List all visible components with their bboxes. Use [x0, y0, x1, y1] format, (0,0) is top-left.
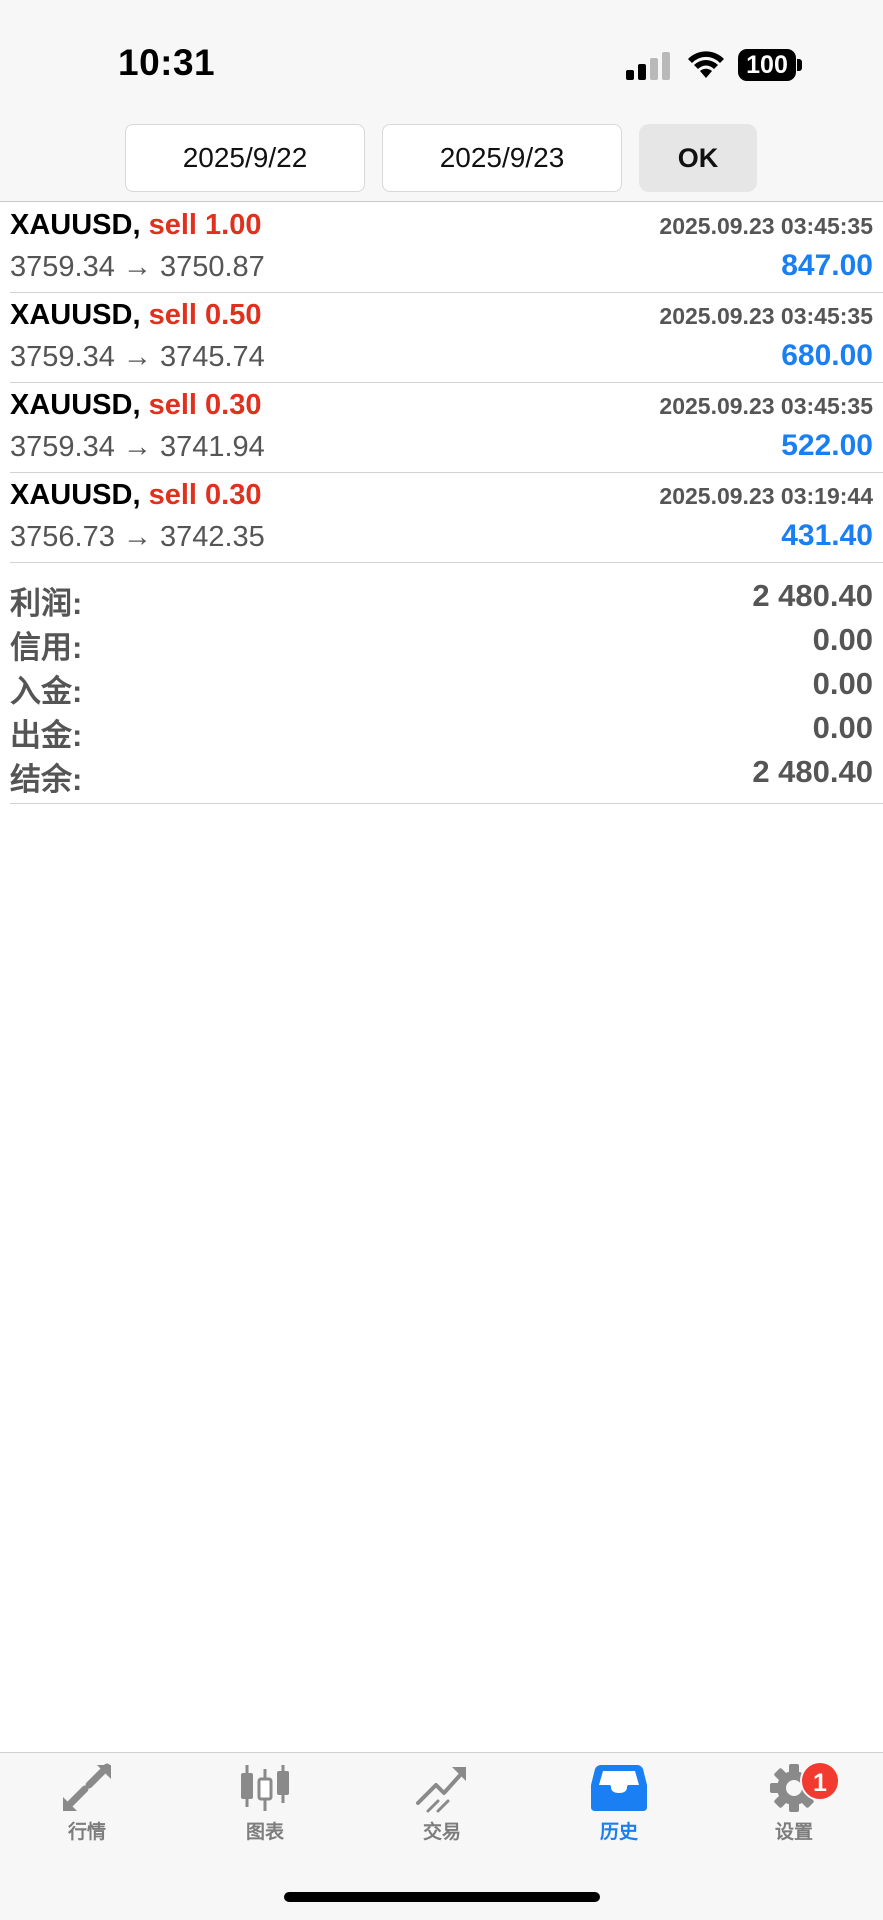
summary-value: 0.00 [812, 710, 873, 745]
history-inbox-icon [591, 1765, 647, 1811]
trade-title: XAUUSD, sell 0.30 [10, 389, 261, 422]
tab-label: 设置 [774, 1822, 813, 1843]
summary-label: 结余: [10, 762, 83, 797]
tab-quotes[interactable]: 行情 [27, 1763, 147, 1863]
trade-datetime: 2025.09.23 03:45:35 [659, 213, 873, 239]
tab-label: 交易 [422, 1822, 461, 1843]
summary-value: 2 480.40 [752, 578, 873, 613]
cellular-signal-icon [626, 52, 670, 80]
trade-title: XAUUSD, sell 0.50 [10, 299, 261, 332]
battery-icon: 100 [738, 49, 802, 81]
trade-datetime: 2025.09.23 03:19:44 [659, 483, 873, 509]
wifi-icon [688, 51, 724, 78]
summary-label: 利润: [10, 586, 83, 621]
trade-title: XAUUSD, sell 1.00 [10, 209, 261, 242]
summary-label: 信用: [10, 630, 83, 665]
account-summary: 利润: 2 480.40 信用: 0.00 入金: 0.00 出金: 0.00 … [10, 574, 883, 804]
trade-symbol: XAUUSD, [10, 299, 141, 331]
trade-title: XAUUSD, sell 0.30 [10, 479, 261, 512]
summary-value: 0.00 [812, 622, 873, 657]
trade-profit: 847.00 [781, 249, 873, 282]
trade-side: sell 1.00 [148, 209, 262, 241]
trade-profit: 680.00 [781, 339, 873, 372]
summary-row-balance: 结余: 2 480.40 [10, 750, 883, 797]
battery-level: 100 [738, 49, 796, 81]
candlestick-chart-icon [241, 1765, 289, 1811]
trade-row[interactable]: XAUUSD, sell 0.30 2025.09.23 03:19:44 37… [10, 473, 883, 563]
tab-label: 行情 [67, 1822, 106, 1843]
summary-value: 0.00 [812, 666, 873, 701]
notification-badge: 1 [800, 1761, 840, 1801]
summary-label: 出金: [10, 718, 83, 753]
trade-datetime: 2025.09.23 03:45:35 [659, 303, 873, 329]
status-time: 10:31 [118, 42, 216, 83]
summary-row-deposit: 入金: 0.00 [10, 662, 883, 709]
trade-history-list: XAUUSD, sell 1.00 2025.09.23 03:45:35 37… [0, 203, 883, 563]
trade-trend-icon [416, 1767, 466, 1813]
trade-side: sell 0.30 [148, 389, 262, 421]
date-to-button[interactable]: 2025/9/23 [382, 124, 622, 192]
trade-prices: 3759.34 → 3745.74 [10, 341, 265, 373]
trade-row[interactable]: XAUUSD, sell 0.30 2025.09.23 03:45:35 37… [10, 383, 883, 473]
trade-row[interactable]: XAUUSD, sell 0.50 2025.09.23 03:45:35 37… [10, 293, 883, 383]
tab-history[interactable]: 历史 [559, 1763, 679, 1863]
home-indicator[interactable] [284, 1892, 600, 1902]
trade-symbol: XAUUSD, [10, 479, 141, 511]
trade-prices: 3759.34 → 3750.87 [10, 251, 265, 283]
summary-row-withdrawal: 出金: 0.00 [10, 706, 883, 753]
summary-value: 2 480.40 [752, 754, 873, 789]
date-range-bar: 2025/9/22 2025/9/23 OK [0, 112, 883, 202]
ok-button[interactable]: OK [639, 124, 757, 192]
summary-row-profit: 利润: 2 480.40 [10, 574, 883, 621]
tab-trade[interactable]: 交易 [382, 1763, 502, 1863]
tab-label: 历史 [599, 1822, 638, 1843]
trade-symbol: XAUUSD, [10, 389, 141, 421]
trade-prices: 3759.34 → 3741.94 [10, 431, 265, 463]
tab-chart[interactable]: 图表 [205, 1763, 325, 1863]
summary-row-credit: 信用: 0.00 [10, 618, 883, 665]
trade-side: sell 0.50 [148, 299, 262, 331]
trade-datetime: 2025.09.23 03:45:35 [659, 393, 873, 419]
trade-symbol: XAUUSD, [10, 209, 141, 241]
quotes-arrows-icon [63, 1763, 111, 1811]
date-from-button[interactable]: 2025/9/22 [125, 124, 365, 192]
trade-side: sell 0.30 [148, 479, 262, 511]
trade-row[interactable]: XAUUSD, sell 1.00 2025.09.23 03:45:35 37… [10, 203, 883, 293]
trade-profit: 431.40 [781, 519, 873, 552]
status-bar: 10:31 100 [0, 0, 883, 112]
trade-profit: 522.00 [781, 429, 873, 462]
tab-label: 图表 [245, 1822, 284, 1843]
tab-settings[interactable]: 1 设置 [734, 1761, 854, 1863]
summary-label: 入金: [10, 674, 83, 709]
trade-prices: 3756.73 → 3742.35 [10, 521, 265, 553]
